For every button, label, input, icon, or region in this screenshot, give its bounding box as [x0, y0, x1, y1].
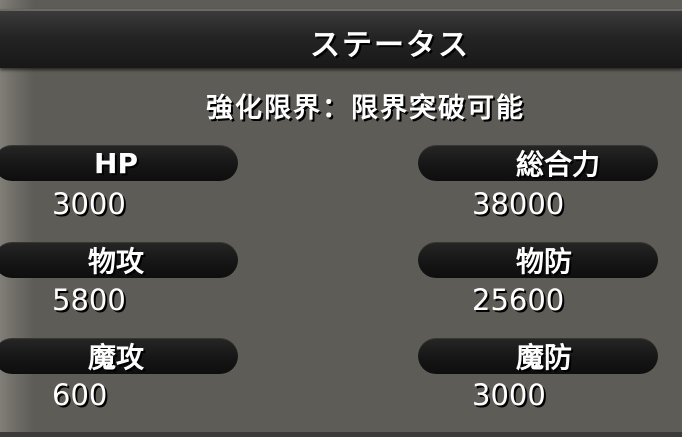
hp-label-pill: HP: [0, 145, 238, 181]
magic-attack-label: 魔攻: [87, 341, 144, 374]
physical-defense-label-pill: 物防: [418, 242, 658, 278]
magic-defense-label: 魔防: [515, 341, 572, 374]
panel-title: ステータス: [310, 28, 470, 63]
physical-defense-value: 25600: [472, 283, 565, 317]
enhancement-limit-text: 強化限界：限界突破可能: [206, 93, 525, 124]
bottom-divider: [0, 432, 682, 437]
physical-defense-label: 物防: [515, 245, 572, 278]
magic-attack-label-pill: 魔攻: [0, 338, 238, 374]
hp-label: HP: [94, 146, 138, 180]
magic-defense-label-pill: 魔防: [418, 338, 658, 374]
physical-attack-label-pill: 物攻: [0, 242, 238, 278]
total-power-label: 総合力: [515, 148, 600, 181]
hp-value: 3000: [52, 187, 126, 221]
magic-attack-value: 600: [52, 378, 108, 412]
magic-defense-value: 3000: [472, 378, 546, 412]
total-power-label-pill: 総合力: [418, 145, 658, 181]
physical-attack-value: 5800: [52, 283, 126, 317]
physical-attack-label: 物攻: [87, 245, 144, 278]
total-power-value: 38000: [472, 187, 565, 221]
